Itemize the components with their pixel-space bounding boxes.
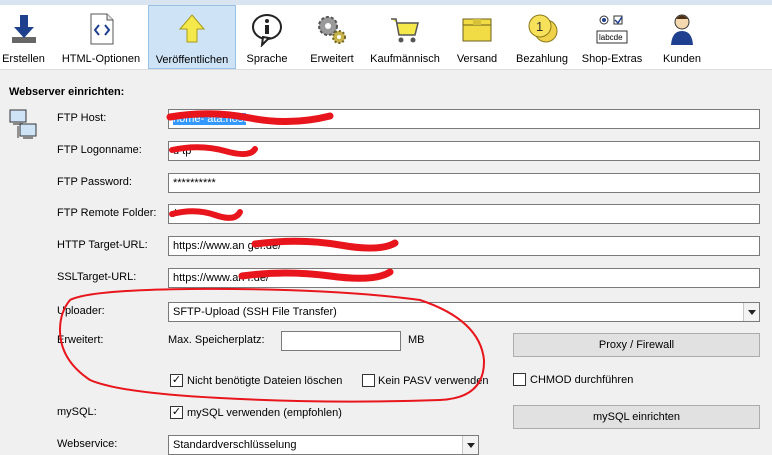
webservice-label: Webservice: <box>57 438 118 450</box>
ftp-password-input[interactable]: ********** <box>168 173 760 193</box>
icon-caption: labcde <box>599 33 623 42</box>
mysql-use-label: mySQL verwenden (empfohlen) <box>187 407 342 419</box>
coins-icon: 1 <box>528 14 558 43</box>
toolbar-item-kunden[interactable]: Kunden <box>659 5 705 69</box>
no-pasv-label: Kein PASV verwenden <box>378 375 489 387</box>
customer-icon <box>671 14 693 45</box>
delete-files-checkbox[interactable]: ✓ <box>170 374 183 387</box>
form-controls-icon: labcde <box>596 15 628 44</box>
toolbar-label: Shop-Extras <box>581 53 643 65</box>
toolbar-label: Veröffentlichen <box>155 54 229 66</box>
uploader-label: Uploader: <box>57 305 105 317</box>
toolbar-item-versand[interactable]: Versand <box>454 5 500 69</box>
ftp-logonname-input[interactable]: u tp <box>168 141 760 161</box>
chevron-down-icon[interactable] <box>743 303 759 321</box>
toolbar-item-html-optionen[interactable]: HTML-Optionen <box>60 5 142 69</box>
mysql-setup-button[interactable]: mySQL einrichten <box>513 405 760 429</box>
erweitert-label: Erweitert: <box>57 334 104 346</box>
toolbar-item-shop-extras[interactable]: labcde Shop-Extras <box>580 5 644 69</box>
ftp-remote-folder-input[interactable]: / <box>168 204 760 224</box>
ftp-host-label: FTP Host: <box>57 112 107 124</box>
webservice-select[interactable]: Standardverschlüsselung <box>168 435 479 455</box>
svg-text:1: 1 <box>536 19 543 34</box>
ftp-remote-folder-label: FTP Remote Folder: <box>57 207 157 219</box>
chmod-label: CHMOD durchführen <box>530 374 634 386</box>
gears-icon <box>318 16 346 44</box>
mysql-label: mySQL: <box>57 406 97 418</box>
section-title: Webserver einrichten: <box>9 86 125 98</box>
toolbar-label: Versand <box>456 53 498 65</box>
uploader-select[interactable]: SFTP-Upload (SSH File Transfer) <box>168 302 760 322</box>
download-arrow-icon <box>11 15 36 43</box>
toolbar-label: Kunden <box>663 53 701 65</box>
toolbar-item-bezahlung[interactable]: 1 Bezahlung <box>514 5 570 69</box>
ssl-target-url-label: SSLTarget-URL: <box>57 271 137 283</box>
chmod-checkbox[interactable] <box>513 373 526 386</box>
toolbar: Erstellen HTML-Optionen Veröffentlichen … <box>0 0 772 70</box>
max-speicherplatz-label: Max. Speicherplatz: <box>168 334 265 346</box>
ftp-logonname-label: FTP Logonname: <box>57 144 142 156</box>
toolbar-label: Kaufmännisch <box>370 53 440 65</box>
webservice-value: Standardverschlüsselung <box>173 439 297 451</box>
info-speech-icon <box>252 14 282 47</box>
toolbar-item-erstellen[interactable]: Erstellen <box>0 5 47 69</box>
ftp-host-input[interactable]: home- ata.host <box>168 109 760 129</box>
http-target-url-label: HTTP Target-URL: <box>57 239 148 251</box>
delete-files-label: Nicht benötigte Dateien löschen <box>187 375 343 387</box>
toolbar-label: HTML-Optionen <box>61 53 141 65</box>
uploader-value: SFTP-Upload (SSH File Transfer) <box>173 306 337 318</box>
ftp-password-label: FTP Password: <box>57 176 132 188</box>
toolbar-label: Erweitert <box>310 53 354 65</box>
toolbar-item-veroeffentlichen[interactable]: Veröffentlichen <box>148 5 236 69</box>
network-computers-icon <box>9 109 37 139</box>
code-brackets-icon <box>90 13 114 45</box>
speicherplatz-unit: MB <box>408 334 425 346</box>
toolbar-item-erweitert[interactable]: Erweitert <box>306 5 358 69</box>
max-speicherplatz-input[interactable] <box>281 331 401 351</box>
shopping-cart-icon <box>391 18 419 43</box>
ssl-target-url-input[interactable]: https://www.an r.de/ <box>168 268 760 288</box>
proxy-firewall-button[interactable]: Proxy / Firewall <box>513 333 760 357</box>
mysql-use-checkbox[interactable]: ✓ <box>170 406 183 419</box>
toolbar-label: Sprache <box>246 53 288 65</box>
toolbar-item-sprache[interactable]: Sprache <box>243 5 291 69</box>
upload-arrow-icon <box>178 14 206 43</box>
chevron-down-icon[interactable] <box>462 436 478 454</box>
toolbar-label: Erstellen <box>2 53 45 65</box>
toolbar-label: Bezahlung <box>516 53 568 65</box>
ftp-host-value: home- ata.host <box>173 113 247 125</box>
no-pasv-checkbox[interactable] <box>362 374 375 387</box>
toolbar-item-kaufmaennisch[interactable]: Kaufmännisch <box>370 5 440 69</box>
package-icon <box>462 18 492 42</box>
http-target-url-input[interactable]: https://www.an ger.de/ <box>168 236 760 256</box>
